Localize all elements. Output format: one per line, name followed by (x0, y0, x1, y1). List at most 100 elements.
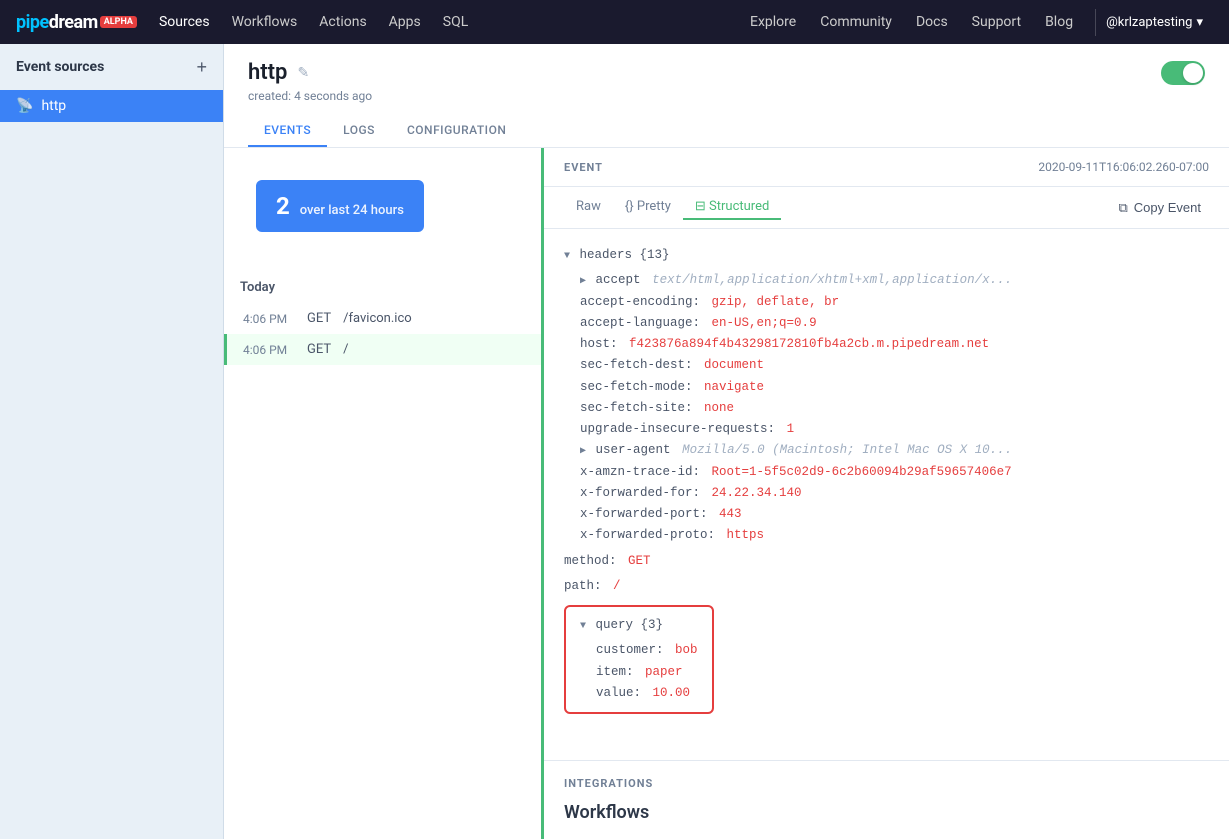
tab-events[interactable]: EVENTS (248, 115, 327, 147)
accept-language-val: en-US,en;q=0.9 (712, 316, 817, 330)
nav-blog[interactable]: Blog (1035, 8, 1083, 36)
topnav-right-links: Explore Community Docs Support Blog @krl… (740, 8, 1213, 36)
query-key: query {3} (596, 618, 664, 632)
method-val: GET (628, 554, 651, 568)
tab-logs[interactable]: LOGS (327, 115, 391, 147)
x-forwarded-proto-row: x-forwarded-proto: https (564, 525, 1209, 546)
event-panel-header: EVENT 2020-09-11T16:06:02.260-07:00 (544, 148, 1229, 187)
sec-fetch-site-row: sec-fetch-site: none (564, 398, 1209, 419)
nav-docs[interactable]: Docs (906, 8, 958, 36)
accept-encoding-key: accept-encoding: (580, 295, 700, 309)
tab-pretty[interactable]: {} Pretty (613, 195, 683, 220)
add-source-button[interactable]: + (196, 58, 207, 76)
path-val: / (613, 579, 621, 593)
customer-val: bob (675, 643, 698, 657)
event-count-number: 2 (276, 192, 290, 220)
event-method-1: GET (307, 311, 331, 326)
integrations-label: INTEGRATIONS (564, 777, 1209, 790)
sec-fetch-mode-key: sec-fetch-mode: (580, 380, 693, 394)
sec-fetch-mode-val: navigate (704, 380, 764, 394)
value-val: 10.00 (653, 686, 691, 700)
accept-encoding-row: accept-encoding: gzip, deflate, br (564, 292, 1209, 313)
source-created: created: 4 seconds ago (248, 89, 1205, 103)
source-tabs: EVENTS LOGS CONFIGURATION (248, 115, 1205, 147)
xamzn-val: Root=1-5f5c02d9-6c2b60094b29af59657406e7 (712, 465, 1012, 479)
accept-key: accept (596, 273, 641, 287)
user-agent-key: user-agent (596, 443, 671, 457)
nav-explore[interactable]: Explore (740, 8, 806, 36)
accept-row: ▶ accept text/html,application/xhtml+xml… (564, 270, 1209, 291)
event-path-1: /favicon.ico (343, 311, 412, 326)
copy-icon: ⧉ (1119, 200, 1128, 216)
upgrade-insecure-key: upgrade-insecure-requests: (580, 422, 775, 436)
event-time-2: 4:06 PM (243, 343, 295, 357)
events-date-group: Today (224, 272, 541, 303)
path-row: path: / (564, 576, 1209, 597)
event-count-badge: 2 over last 24 hours (256, 180, 424, 232)
source-toggle[interactable] (1161, 61, 1205, 85)
sidebar-title: Event sources (16, 59, 104, 75)
copy-event-button[interactable]: ⧉ Copy Event (1111, 196, 1210, 220)
event-label: EVENT (564, 161, 603, 174)
x-forwarded-for-val: 24.22.34.140 (712, 486, 802, 500)
host-val: f423876a894f4b43298172810fb4a2cb.m.piped… (629, 337, 989, 351)
nav-support[interactable]: Support (962, 8, 1031, 36)
x-forwarded-port-key: x-forwarded-port: (580, 507, 708, 521)
upgrade-insecure-val: 1 (787, 422, 795, 436)
x-forwarded-port-val: 443 (719, 507, 742, 521)
method-key: method: (564, 554, 617, 568)
nav-community[interactable]: Community (810, 8, 902, 36)
nav-sql[interactable]: SQL (433, 8, 478, 36)
user-agent-val: Mozilla/5.0 (Macintosh; Intel Mac OS X 1… (682, 443, 1012, 457)
accept-language-row: accept-language: en-US,en;q=0.9 (564, 313, 1209, 334)
nav-sources[interactable]: Sources (149, 8, 220, 36)
topnav: pipedream ALPHA Sources Workflows Action… (0, 0, 1229, 44)
logo[interactable]: pipedream ALPHA (16, 12, 137, 33)
sec-fetch-site-val: none (704, 401, 734, 415)
x-forwarded-proto-val: https (727, 528, 765, 542)
edit-icon[interactable]: ✎ (297, 65, 309, 81)
event-row[interactable]: 4:06 PM GET /favicon.ico (224, 303, 541, 334)
source-header: http ✎ created: 4 seconds ago EVENTS LOG… (224, 44, 1229, 148)
app-body: Event sources + 📡 http http ✎ created: 4… (0, 44, 1229, 839)
event-data: ▼ headers {13} ▶ accept text/html,applic… (544, 229, 1229, 760)
sidebar: Event sources + 📡 http (0, 44, 224, 839)
event-row-selected[interactable]: 4:06 PM GET / (224, 334, 541, 365)
customer-key: customer: (596, 643, 664, 657)
sidebar-header: Event sources + (0, 44, 223, 90)
query-section: ▼ query {3} (580, 615, 698, 636)
event-time-1: 4:06 PM (243, 312, 295, 326)
sidebar-item-label: http (41, 98, 66, 114)
source-title-row: http ✎ (248, 60, 1205, 85)
sidebar-item-http[interactable]: 📡 http (0, 90, 223, 122)
tab-configuration[interactable]: CONFIGURATION (391, 115, 522, 147)
left-panel: 2 over last 24 hours Today 4:06 PM GET /… (224, 148, 544, 839)
accept-language-key: accept-language: (580, 316, 700, 330)
source-title: http (248, 60, 287, 85)
sec-fetch-dest-row: sec-fetch-dest: document (564, 355, 1209, 376)
integrations-title: Workflows (564, 802, 1209, 823)
wifi-icon: 📡 (16, 98, 33, 114)
toggle-on[interactable] (1161, 61, 1205, 85)
sec-fetch-dest-val: document (704, 358, 764, 372)
caret-icon: ▼ (564, 251, 570, 262)
nav-apps[interactable]: Apps (379, 8, 431, 36)
event-count-label: over last 24 hours (300, 203, 404, 218)
headers-section: ▼ headers {13} (564, 245, 1209, 266)
sec-fetch-mode-row: sec-fetch-mode: navigate (564, 377, 1209, 398)
chevron-down-icon: ▾ (1196, 15, 1203, 30)
right-panel: EVENT 2020-09-11T16:06:02.260-07:00 Raw … (544, 148, 1229, 839)
customer-row: customer: bob (580, 640, 698, 661)
upgrade-insecure-row: upgrade-insecure-requests: 1 (564, 419, 1209, 440)
topnav-main-links: Sources Workflows Actions Apps SQL (149, 8, 736, 36)
x-forwarded-for-row: x-forwarded-for: 24.22.34.140 (564, 483, 1209, 504)
method-row: method: GET (564, 551, 1209, 572)
sec-fetch-dest-key: sec-fetch-dest: (580, 358, 693, 372)
alpha-badge: ALPHA (100, 16, 137, 28)
tab-raw[interactable]: Raw (564, 195, 613, 220)
nav-actions[interactable]: Actions (309, 8, 376, 36)
user-menu[interactable]: @krlzaptesting ▾ (1095, 9, 1213, 36)
query-highlight-box: ▼ query {3} customer: bob item: paper (564, 605, 714, 714)
tab-structured[interactable]: ⊟ Structured (683, 195, 781, 220)
nav-workflows[interactable]: Workflows (222, 8, 308, 36)
